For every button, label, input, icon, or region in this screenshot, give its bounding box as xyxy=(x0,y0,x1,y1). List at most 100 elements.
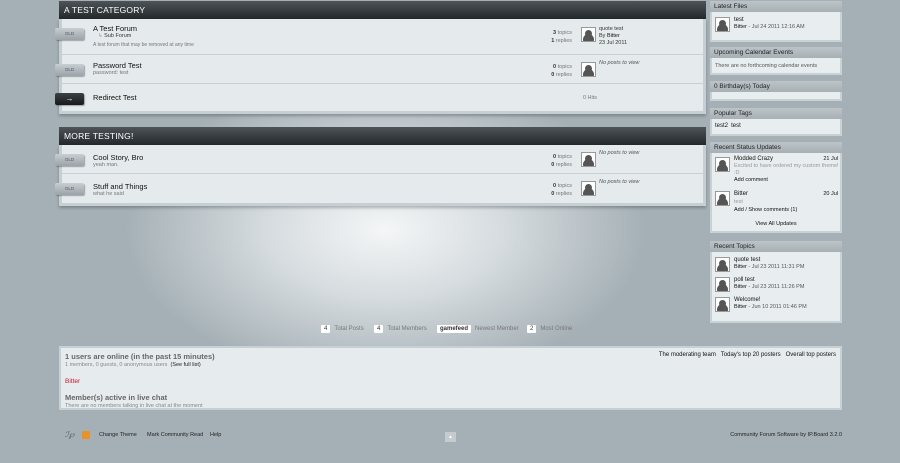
file-link[interactable]: test xyxy=(734,17,744,23)
avatar[interactable] xyxy=(715,157,730,172)
tag-link[interactable]: test xyxy=(731,123,741,129)
help-link[interactable]: Help xyxy=(210,432,221,438)
online-detail: 1 members, 0 guests, 0 anonymous users (… xyxy=(65,362,201,368)
topic-link[interactable]: Welcome! xyxy=(734,297,761,303)
sidebar-calendar: Upcoming Calendar Events There are no fo… xyxy=(710,47,842,75)
top-20-posters-link[interactable]: Today's top 20 posters xyxy=(721,352,781,358)
avatar[interactable] xyxy=(715,257,730,272)
forum-stats: 0 topics 0 replies xyxy=(551,64,572,78)
stat-total-posts: 4 Total Posts xyxy=(321,325,364,333)
avatar[interactable] xyxy=(581,27,596,42)
subforum-link[interactable]: ↳ Sub Forum xyxy=(98,33,131,39)
forum-status-icon: OLD xyxy=(55,154,84,166)
last-post-link[interactable]: quote test xyxy=(599,26,623,32)
online-users-panel: 1 users are online (in the past 15 minut… xyxy=(59,346,842,410)
topic-entry: Welcome! Bitter - Jun 10 2011 01:46 PM xyxy=(734,297,807,310)
ipb-logo-icon: ℐ℘ xyxy=(65,430,75,439)
forum-row: OLD Password Test password: test 0 topic… xyxy=(55,55,703,84)
calendar-empty-text: There are no forthcoming calendar events xyxy=(710,58,842,75)
sidebar-status-updates: Recent Status Updates Modded Crazy 21 Ju… xyxy=(710,142,842,233)
forum-stats: 0 topics 0 replies xyxy=(551,154,572,168)
sidebar-body xyxy=(710,92,842,101)
status-entry: Bitter 20 Jul test Add / Show comments (… xyxy=(734,191,838,213)
topic-link[interactable]: poll test xyxy=(734,277,755,283)
change-theme-link[interactable]: Change Theme xyxy=(99,432,137,438)
online-user-link[interactable]: Bitter xyxy=(65,378,836,385)
forum-status-icon: OLD xyxy=(55,28,84,40)
avatar[interactable] xyxy=(715,191,730,206)
overall-top-posters-link[interactable]: Overall top posters xyxy=(786,352,836,358)
forum-row: OLD Stuff and Things what he said 0 topi… xyxy=(55,174,703,203)
moderating-team-link[interactable]: The moderating team xyxy=(659,352,716,358)
online-links: The moderating team Today's top 20 poste… xyxy=(659,352,836,358)
redirect-arrow-icon: → xyxy=(55,93,84,105)
category-more-testing: MORE TESTING! OLD Cool Story, Bro yeah m… xyxy=(55,127,706,206)
status-entry: Modded Crazy 21 Jul Excited to have orde… xyxy=(734,156,839,183)
last-post-author[interactable]: Bitter xyxy=(607,33,620,39)
live-chat-text: There are no members talking in live cha… xyxy=(65,403,203,409)
sidebar-title: Latest Files xyxy=(710,1,842,12)
view-all-updates-link[interactable]: View All Updates xyxy=(712,221,840,227)
file-thumbnail-icon[interactable] xyxy=(715,17,730,32)
avatar[interactable] xyxy=(715,277,730,292)
forum-row: OLD A Test Forum ↳ Sub Forum A test foru… xyxy=(55,19,703,55)
sidebar-popular-tags: Popular Tags test2 test xyxy=(710,108,842,136)
last-post: No posts to view xyxy=(599,60,640,66)
forum-description: yeah man. xyxy=(93,162,119,168)
sidebar-latest-files: Latest Files test Bitter - Jul 24 2011 1… xyxy=(710,1,842,42)
last-post: No posts to view xyxy=(599,150,640,156)
sidebar-recent-topics: Recent Topics quote test Bitter - Jul 23… xyxy=(710,241,842,323)
forum-description: what he said xyxy=(93,191,124,197)
forum-link[interactable]: Redirect Test xyxy=(93,93,137,102)
stat-total-members: 4 Total Members xyxy=(374,325,427,333)
back-to-top-icon[interactable]: ▲ xyxy=(445,432,456,442)
forum-stats: 0 topics 0 replies xyxy=(551,183,572,197)
rss-icon[interactable] xyxy=(82,431,90,439)
topic-entry: quote test Bitter - Jul 23 2011 11:31 PM xyxy=(734,257,805,270)
forum-description: password: test xyxy=(93,70,129,76)
newest-member-link[interactable]: gamefeed xyxy=(437,325,472,333)
topic-author[interactable]: Bitter xyxy=(734,284,747,290)
sidebar-body: Modded Crazy 21 Jul Excited to have orde… xyxy=(710,153,842,233)
sidebar-body: test2 test xyxy=(710,119,842,136)
show-comments-link[interactable]: Add / Show comments (1) xyxy=(734,207,797,213)
avatar[interactable] xyxy=(715,297,730,312)
status-author[interactable]: Modded Crazy xyxy=(734,156,773,162)
topic-author[interactable]: Bitter xyxy=(734,304,747,310)
category-title[interactable]: MORE TESTING! xyxy=(59,127,706,145)
stat-newest-member: gamefeed Newest Member xyxy=(437,325,519,333)
forum-status-icon: OLD xyxy=(55,183,84,195)
avatar xyxy=(581,152,596,167)
category-body: OLD Cool Story, Bro yeah man. 0 topics 0 … xyxy=(55,145,706,206)
sidebar-title: Popular Tags xyxy=(710,108,842,119)
topic-link[interactable]: quote test xyxy=(734,257,760,263)
forum-link[interactable]: A Test Forum xyxy=(93,24,137,33)
forum-status-icon: OLD xyxy=(55,64,84,76)
forum-row: OLD Cool Story, Bro yeah man. 0 topics 0 … xyxy=(55,145,703,174)
mark-read-link[interactable]: Mark Community Read xyxy=(147,432,203,438)
status-author[interactable]: Bitter xyxy=(734,191,748,197)
sidebar-title: Recent Status Updates xyxy=(710,142,842,153)
sidebar-birthdays: 0 Birthday(s) Today xyxy=(710,81,842,101)
add-comment-link[interactable]: Add comment xyxy=(734,177,768,183)
sidebar-body: test Bitter - Jul 24 2011 12:16 AM xyxy=(710,12,842,42)
category-body: OLD A Test Forum ↳ Sub Forum A test foru… xyxy=(55,19,706,114)
forum-link[interactable]: Password Test xyxy=(93,61,142,70)
category-title[interactable]: A TEST CATEGORY xyxy=(59,1,706,19)
category-a-test: A TEST CATEGORY OLD A Test Forum ↳ Sub F… xyxy=(55,1,706,114)
tag-link[interactable]: test2 xyxy=(715,123,728,129)
forum-link[interactable]: Cool Story, Bro xyxy=(93,153,143,162)
topic-author[interactable]: Bitter xyxy=(734,264,747,270)
forum-link[interactable]: Stuff and Things xyxy=(93,182,147,191)
file-author[interactable]: Bitter xyxy=(734,24,747,30)
sidebar-title: Upcoming Calendar Events xyxy=(710,47,842,58)
last-post: No posts to view xyxy=(599,179,640,185)
live-chat-title: Member(s) active in live chat xyxy=(65,393,168,402)
redirect-hits: 0 Hits xyxy=(582,95,597,101)
sidebar-body: quote test Bitter - Jul 23 2011 11:31 PM… xyxy=(710,252,842,323)
footer-credit: Community Forum Software by IP.Board 3.2… xyxy=(730,432,842,438)
avatar xyxy=(581,62,596,77)
topic-entry: poll test Bitter - Jul 23 2011 11:26 PM xyxy=(734,277,805,290)
last-post: quote test By Bitter 23 Jul 2011 xyxy=(599,26,628,46)
see-full-list-link[interactable]: (See full list) xyxy=(170,362,200,368)
